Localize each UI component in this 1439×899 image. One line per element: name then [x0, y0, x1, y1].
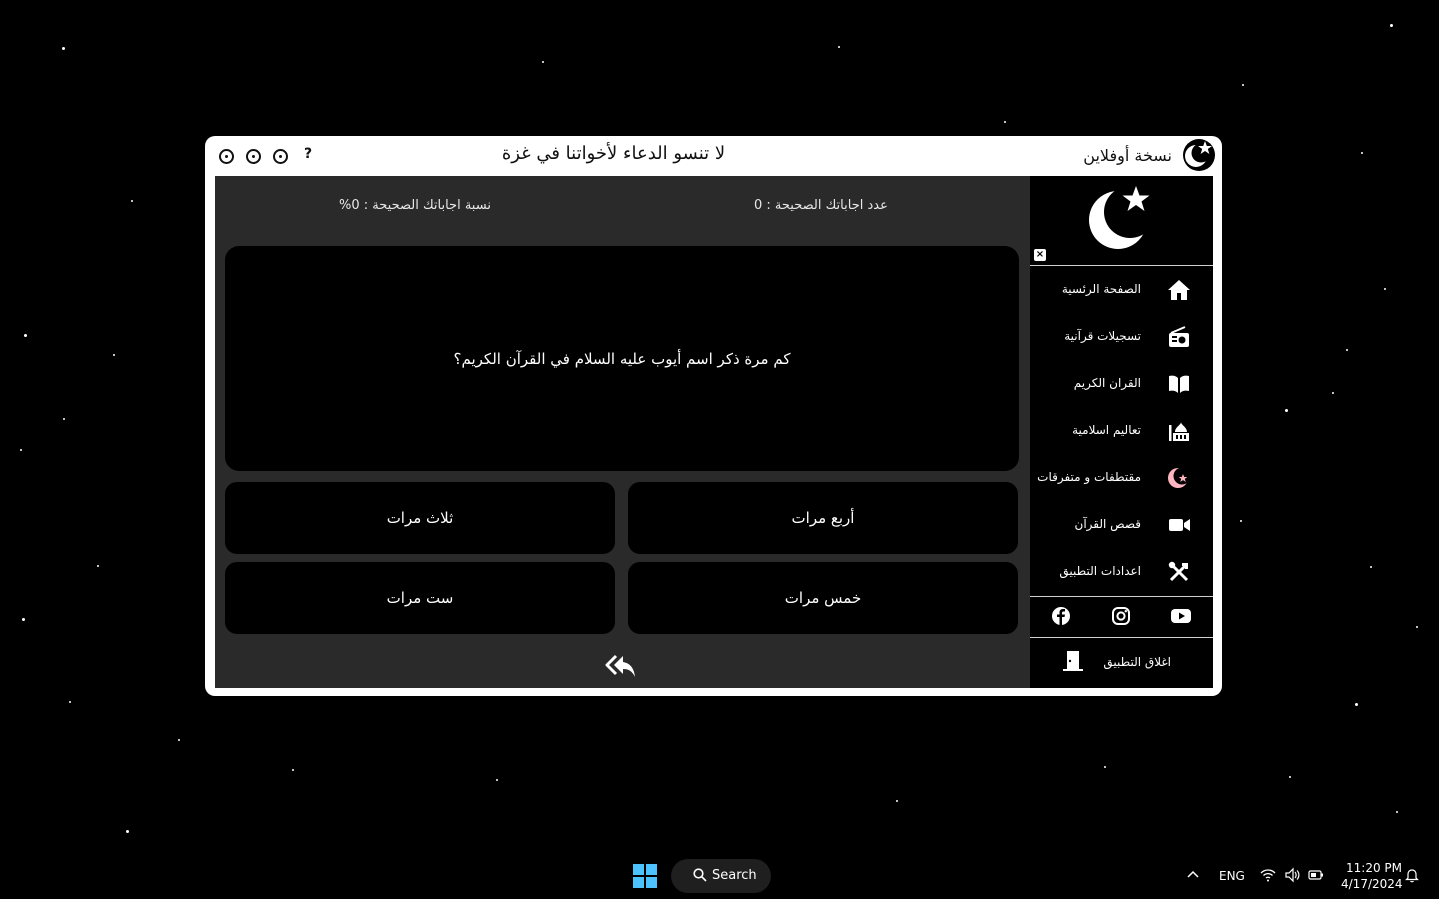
app-window: ? لا تنسو الدعاء لأخواتنا في غزة نسخة أو…	[205, 136, 1222, 696]
app-name: نسخة أوفلاين	[1083, 146, 1172, 165]
answer-button-2[interactable]: ثلاث مرات	[225, 482, 615, 554]
divider	[1030, 637, 1213, 638]
sidebar-item-label: اعدادات التطبيق	[1059, 564, 1141, 578]
sidebar-item-quran-stories[interactable]: قصص القرآن	[1030, 503, 1213, 547]
door-exit-icon[interactable]	[1061, 649, 1085, 673]
answer-label: أربع مرات	[791, 509, 855, 527]
wifi-icon[interactable]	[1260, 867, 1276, 883]
answer-label: ثلاث مرات	[386, 509, 454, 527]
search-icon	[693, 868, 707, 882]
sidebar-item-label: تعاليم اسلامية	[1072, 423, 1141, 437]
crescent-star-logo-icon	[1183, 139, 1215, 171]
clock-time[interactable]: 11:20 PM	[1346, 861, 1402, 875]
sidebar-item-label: القران الكريم	[1073, 376, 1141, 390]
radio-icon	[1169, 326, 1189, 347]
answer-label: ست مرات	[386, 589, 454, 607]
video-camera-icon	[1169, 519, 1190, 531]
taskbar: Search ENG 11:20 PM 4/17/2024	[0, 851, 1439, 899]
sidebar-close-button[interactable]: ×	[1034, 249, 1046, 261]
sidebar-item-label: تسجيلات قرآنية	[1064, 329, 1141, 343]
title-bar: ? لا تنسو الدعاء لأخواتنا في غزة نسخة أو…	[205, 136, 1222, 176]
sidebar-item-excerpts[interactable]: مقتطفات و متفرقات	[1030, 456, 1213, 500]
question-text: كم مرة ذكر اسم أيوب عليه السلام في القرآ…	[453, 349, 791, 368]
search-label: Search	[712, 868, 757, 883]
crescent-star-logo-icon	[1089, 186, 1156, 249]
exit-app-label: اغلاق التطبيق	[1103, 655, 1171, 669]
correct-count: عدد اجاباتك الصحيحة : 0	[754, 198, 888, 213]
facebook-icon[interactable]	[1051, 606, 1071, 626]
answer-button-1[interactable]: أربع مرات	[628, 482, 1018, 554]
youtube-icon[interactable]	[1171, 606, 1191, 626]
sidebar-item-settings[interactable]: اعدادات التطبيق	[1030, 550, 1213, 594]
mosque-icon	[1169, 422, 1189, 441]
battery-icon[interactable]	[1308, 867, 1324, 883]
answer-button-3[interactable]: خمس مرات	[628, 562, 1018, 634]
sidebar: × الصفحة الرئسية تسجيلات قرآنية القران ا…	[1030, 176, 1213, 688]
sidebar-item-home[interactable]: الصفحة الرئسية	[1030, 268, 1213, 312]
sidebar-item-recordings[interactable]: تسجيلات قرآنية	[1030, 315, 1213, 359]
taskbar-search-button[interactable]: Search	[671, 859, 771, 893]
reply-all-back-icon[interactable]	[605, 652, 637, 680]
notification-bell-icon[interactable]	[1404, 867, 1420, 883]
quiz-panel: عدد اجاباتك الصحيحة : 0 نسبة اجاباتك الص…	[215, 176, 1030, 688]
home-icon	[1168, 280, 1190, 300]
divider	[1030, 265, 1213, 266]
crescent-star-icon	[1168, 467, 1191, 488]
tools-icon	[1168, 561, 1189, 582]
chevron-up-icon[interactable]	[1185, 867, 1201, 883]
answer-button-4[interactable]: ست مرات	[225, 562, 615, 634]
language-indicator[interactable]: ENG	[1219, 869, 1245, 883]
banner-text: لا تنسو الدعاء لأخواتنا في غزة	[501, 143, 726, 164]
divider	[1030, 596, 1213, 597]
windows-start-icon[interactable]	[633, 864, 657, 888]
instagram-icon[interactable]	[1111, 606, 1131, 626]
sidebar-item-label: مقتطفات و متفرقات	[1037, 470, 1141, 484]
answer-label: خمس مرات	[784, 589, 862, 607]
correct-percent: نسبة اجاباتك الصحيحة : 0%	[339, 198, 491, 213]
sidebar-item-teachings[interactable]: تعاليم اسلامية	[1030, 409, 1213, 453]
question-card: كم مرة ذكر اسم أيوب عليه السلام في القرآ…	[225, 246, 1019, 471]
book-open-icon	[1169, 375, 1189, 393]
sidebar-item-label: الصفحة الرئسية	[1061, 282, 1141, 296]
sidebar-item-label: قصص القرآن	[1074, 517, 1142, 531]
clock-date[interactable]: 4/17/2024	[1341, 877, 1403, 891]
sidebar-item-quran[interactable]: القران الكريم	[1030, 362, 1213, 406]
volume-icon[interactable]	[1284, 867, 1300, 883]
